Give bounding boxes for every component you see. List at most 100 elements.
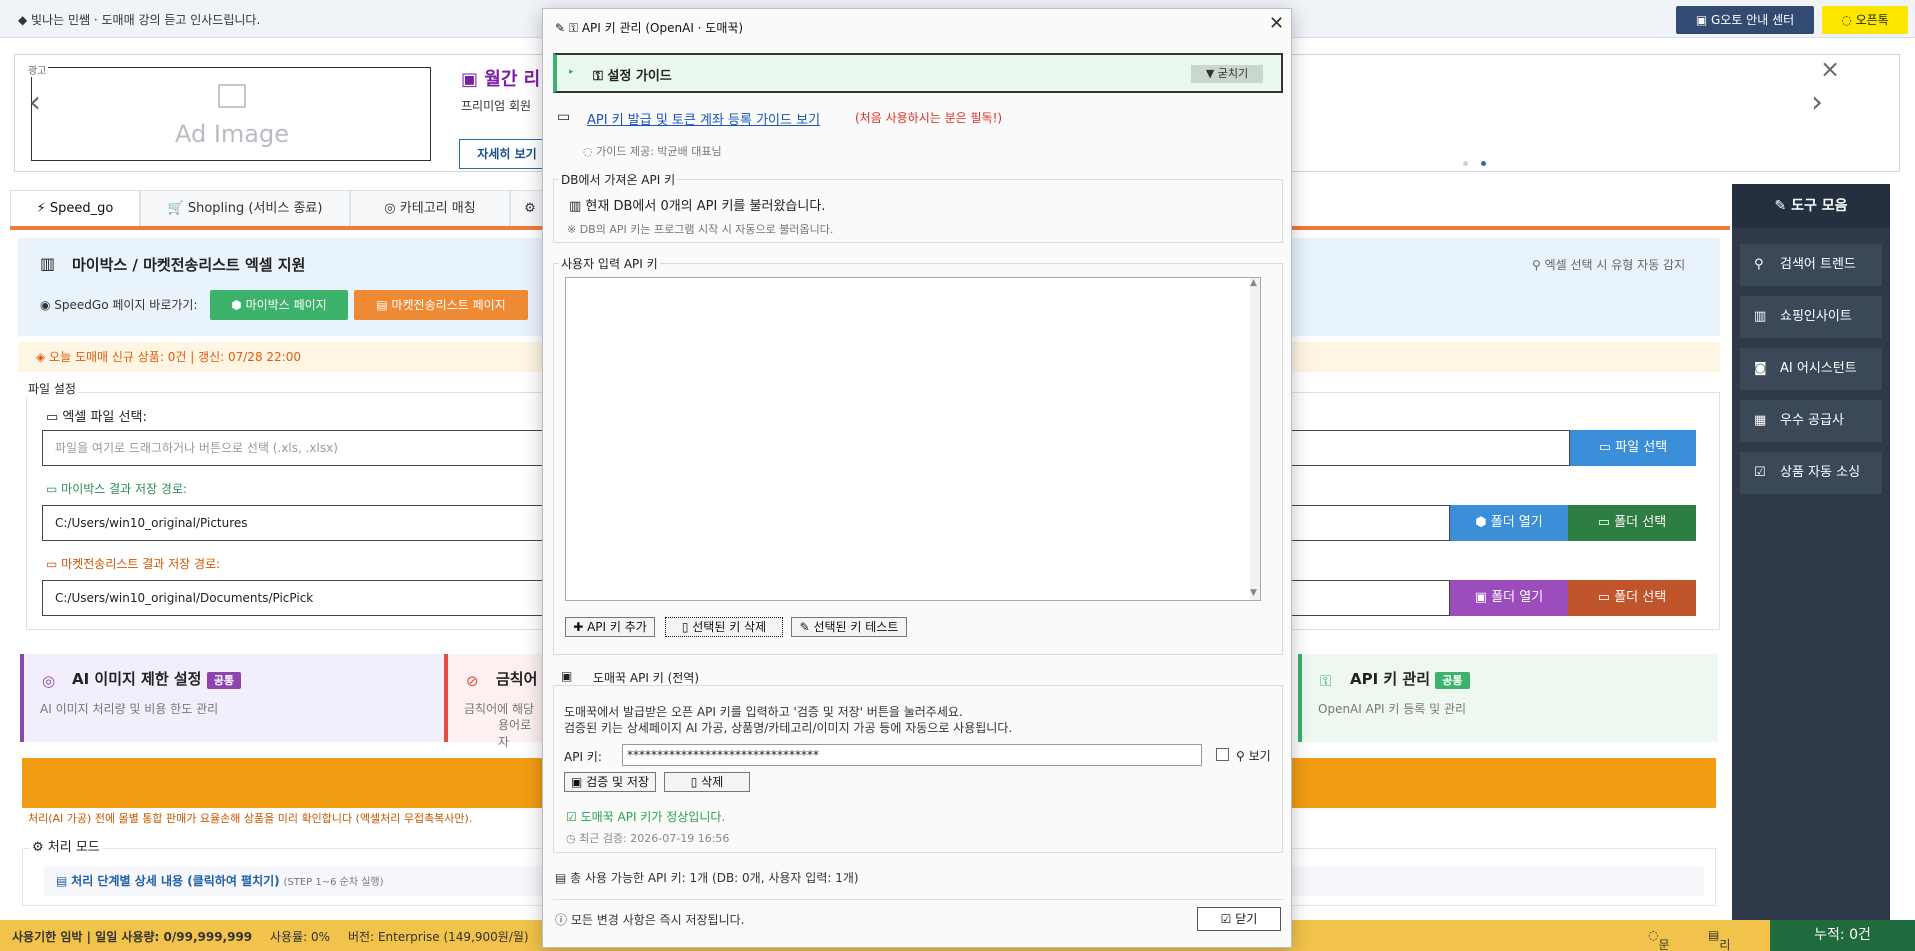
mybox-select-folder-button[interactable]: ▭ 폴더 선택 — [1568, 505, 1696, 541]
mybox-open-folder-button[interactable]: ⬢ 폴더 열기 — [1450, 505, 1568, 541]
sidebar-title: 도구 모음 — [1791, 198, 1848, 214]
domaekuk-desc-2: 검증된 키는 상세페이지 AI 가공, 상품명/카테고리/이미지 가공 등에 자… — [564, 721, 1013, 735]
common-badge: 공통 — [1435, 672, 1470, 689]
domaekuk-group-label: 도매꾹 API 키 (전역) — [593, 671, 700, 685]
market-select-folder-button[interactable]: ▭ 폴더 선택 — [1568, 580, 1696, 616]
building-icon: ▦ — [1754, 413, 1767, 428]
file-select-label: 파일 선택 — [1615, 440, 1668, 455]
sidebar-item-auto-sourcing[interactable]: ☑ 상품 자동 소싱 — [1740, 452, 1882, 494]
open-talk-button[interactable]: ◌ 오픈톡 — [1822, 6, 1908, 34]
save-note-text: 모든 변경 사항은 즉시 저장됩니다. — [570, 913, 745, 927]
scroll-down-icon[interactable]: ▼ — [1250, 588, 1257, 598]
excel-file-label-text: 엑셀 파일 선택: — [62, 410, 147, 425]
db-key-group-label: DB에서 가져온 API 키 — [559, 171, 678, 188]
ad-dot-2[interactable] — [1481, 161, 1486, 166]
market-page-button[interactable]: ▤ 마켓전송리스트 페이지 — [354, 290, 528, 320]
user-key-list[interactable]: ▲ ▼ — [565, 277, 1261, 601]
market-path-label-text: 마켓전송리스트 결과 저장 경로: — [61, 557, 221, 571]
tab-shopling[interactable]: 🛒 Shopling (서비스 종료) — [140, 190, 350, 226]
dialog-close-icon[interactable]: ✕ — [1269, 13, 1284, 34]
file-select-button[interactable]: ▭ 파일 선택 — [1570, 430, 1696, 466]
mode-title-text: 처리 모드 — [47, 840, 100, 855]
ad-next-arrow[interactable]: › — [1811, 85, 1823, 120]
select-folder-label: 폴더 선택 — [1614, 515, 1667, 530]
add-key-button[interactable]: ✚ API 키 추가 — [565, 617, 655, 637]
total-keys-text: 총 사용 가능한 API 키: 1개 (DB: 0개, 사용자 입력: 1개) — [570, 871, 859, 885]
excel-file-label: ▭ 엑셀 파일 선택: — [46, 410, 147, 425]
file-settings-title: 파일 설정 — [26, 380, 78, 397]
shortcut-text: SpeedGo 페이지 바로가기: — [54, 298, 198, 312]
expand-arrow-icon: ▸ — [569, 67, 574, 77]
valid-status: ☑ 도매꾹 API 키가 정상입니다. — [566, 810, 726, 824]
sidebar-item-label: 상품 자동 소싱 — [1780, 465, 1861, 480]
sidebar-item-ai-assistant[interactable]: ◙ AI 어시스턴트 — [1740, 348, 1882, 390]
scrollbar[interactable] — [1250, 278, 1260, 600]
gift-icon: ▣ — [461, 69, 479, 90]
select-folder-label: 폴더 선택 — [1614, 590, 1667, 605]
delete-selected-key-button[interactable]: ▯ 선택된 키 삭제 — [665, 617, 783, 637]
sidebar-item-supplier[interactable]: ▦ 우수 공급사 — [1740, 400, 1882, 442]
setup-guide-header[interactable]: ▸ ⚿ 설정 가이드 ▼ 굳치기 — [553, 53, 1283, 93]
ad-close-icon[interactable]: × — [1820, 55, 1840, 83]
test-key-label: 선택된 키 테스트 — [813, 620, 899, 634]
market-page-label: 마켓전송리스트 페이지 — [391, 298, 506, 312]
auto-detect-label: 엑셀 선택 시 유형 자동 감지 — [1544, 258, 1686, 272]
tab-speed-go[interactable]: ⚡ Speed_go — [10, 190, 140, 226]
ad-label: 광고 — [26, 62, 49, 77]
report-link[interactable]: ▤ 리포트 — [1708, 928, 1730, 951]
banned-words-title: 금칙어 — [496, 670, 538, 688]
tab-category[interactable]: ◎ 카테고리 매칭 — [350, 190, 510, 226]
inquiry-link[interactable]: ◌ 문의2 — [1648, 928, 1670, 951]
tab-label: 카테고리 매칭 — [399, 201, 476, 216]
domaekuk-key-group: 도매꾹에서 발급받은 오픈 API 키를 입력하고 '검증 및 저장' 버튼을 … — [553, 685, 1283, 853]
guide-note: (처음 사용하시는 분은 필독!) — [855, 111, 1003, 125]
guide-center-label: G오토 안내 센터 — [1710, 13, 1795, 27]
api-key-card[interactable]: ⚿ API 키 관리 공통 OpenAI API 키 등록 및 관리 — [1298, 654, 1718, 742]
db-note: ※ DB의 API 키는 프로그램 시작 시 자동으로 불러옵니다. — [567, 223, 834, 236]
open-talk-label: 오픈톡 — [1855, 13, 1889, 27]
delete-label: 삭제 — [701, 775, 724, 789]
version-info: 버전: Enterprise (149,900원/월) — [348, 930, 529, 944]
domaekuk-key-input[interactable]: ******************************** — [622, 744, 1202, 766]
ad-title: ▣ 월간 리 — [461, 65, 540, 91]
pre-check-warning: 처리(AI 가공) 전에 몰별 통합 판매가 요율손해 상품을 미리 확인합니다… — [28, 812, 473, 825]
ad-more-button[interactable]: 자세히 보기 — [459, 139, 555, 169]
ad-dot-1[interactable] — [1463, 161, 1468, 166]
banned-words-card[interactable]: ⊘ 금칙어 금칙어에 해당 용어로 자 — [444, 654, 542, 749]
sidebar-item-search-trend[interactable]: ⚲ 검색어 트렌드 — [1740, 244, 1882, 286]
target-icon: ◎ — [42, 672, 56, 690]
market-open-folder-button[interactable]: ▣ 폴더 열기 — [1450, 580, 1568, 616]
ad-title-text: 월간 리 — [484, 69, 541, 90]
verify-save-button[interactable]: ▣ 검증 및 저장 — [564, 772, 656, 792]
image-icon — [218, 84, 246, 108]
chart-icon: ▥ — [1754, 309, 1767, 324]
open-folder-label: 폴더 열기 — [1490, 515, 1543, 530]
test-selected-key-button[interactable]: ✎ 선택된 키 테스트 — [791, 617, 907, 637]
total-keys: ▤ 총 사용 가능한 API 키: 1개 (DB: 0개, 사용자 입력: 1개… — [555, 871, 859, 885]
setup-guide-title: ⚿ 설정 가이드 — [593, 69, 672, 84]
guide-center-button[interactable]: ▣ G오토 안내 센터 — [1676, 6, 1814, 34]
verify-save-label: 검증 및 저장 — [586, 775, 649, 789]
tab-label: Speed_go — [49, 201, 114, 216]
chart-icon: ▥ — [40, 254, 56, 273]
sidebar-item-label: AI 어시스턴트 — [1780, 361, 1857, 376]
mybox-path-label-text: 마이박스 결과 저장 경로: — [61, 482, 188, 496]
dialog-title-text: API 키 관리 (OpenAI · 도매꾹) — [581, 21, 744, 35]
guide-link[interactable]: API 키 발급 및 토큰 계좌 등록 가이드 보기 — [587, 109, 820, 128]
ad-image[interactable]: 광고 Ad Image — [26, 62, 431, 161]
guide-provider-text: 가이드 제공: 박균배 대표님 — [596, 145, 722, 158]
show-key-label[interactable]: ⚲ 보기 — [1236, 747, 1271, 764]
delete-button[interactable]: ▯ 삭제 — [664, 772, 750, 792]
fold-button[interactable]: ▼ 굳치기 — [1191, 65, 1263, 83]
sidebar-item-shopping-insight[interactable]: ▥ 쇼핑인사이트 — [1740, 296, 1882, 338]
ai-limit-card[interactable]: ◎ AI 이미지 제한 설정 공통 AI 이미지 처리량 및 비용 한도 관리 — [20, 654, 444, 742]
dialog-close-button[interactable]: ☑ 닫기 — [1197, 907, 1281, 931]
ad-image-text: Ad Image — [174, 120, 290, 148]
mybox-page-button[interactable]: ⬢ 마이박스 페이지 — [210, 290, 348, 320]
scroll-up-icon[interactable]: ▲ — [1250, 278, 1257, 288]
show-key-checkbox[interactable] — [1216, 748, 1229, 761]
api-key-card-title: API 키 관리 공통 — [1350, 668, 1470, 689]
user-key-group-label: 사용자 입력 API 키 — [559, 255, 660, 272]
inquiry-label: 문의2 — [1658, 938, 1670, 951]
ad-prev-arrow[interactable]: ‹ — [29, 85, 41, 120]
